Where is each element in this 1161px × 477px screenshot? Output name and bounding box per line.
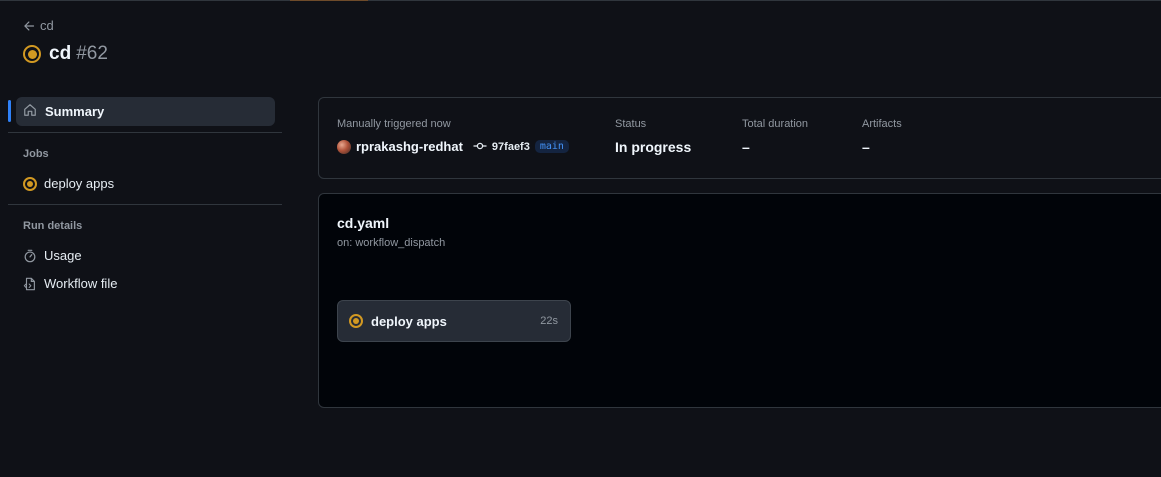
- sidebar-item-workflow-file[interactable]: Workflow file: [23, 276, 117, 291]
- job-node-deploy-apps[interactable]: deploy apps 22s: [337, 300, 571, 342]
- home-icon: [23, 103, 37, 120]
- sidebar-item-label: Workflow file: [44, 276, 118, 291]
- git-commit-icon: [473, 140, 487, 154]
- artifacts-label: Artifacts: [862, 118, 902, 130]
- job-label: deploy apps: [371, 313, 447, 329]
- workflow-graph-card: cd.yaml on: workflow_dispatch deploy app…: [318, 193, 1161, 408]
- duration-value: –: [742, 139, 750, 155]
- in-progress-icon: [23, 45, 41, 63]
- branch-label[interactable]: main: [534, 140, 569, 153]
- top-border: [0, 0, 1161, 1]
- back-link[interactable]: cd: [23, 18, 54, 33]
- workflow-trigger: on: workflow_dispatch: [337, 237, 446, 249]
- page-title: cd #62: [23, 43, 108, 65]
- progress-indicator: [290, 0, 368, 1]
- sidebar-item-job-deploy-apps[interactable]: deploy apps: [23, 176, 114, 191]
- jobs-heading: Jobs: [23, 148, 49, 160]
- trigger-label: Manually triggered now: [337, 118, 451, 130]
- in-progress-icon: [349, 314, 363, 328]
- workflow-file-name: cd.yaml: [337, 215, 390, 231]
- commit-sha-link[interactable]: 97faef3: [492, 141, 530, 153]
- sidebar-active-indicator: [8, 100, 11, 122]
- workflow-name: cd: [49, 43, 72, 64]
- stopwatch-icon: [23, 249, 37, 263]
- avatar[interactable]: [337, 139, 351, 154]
- run-details-heading: Run details: [23, 220, 83, 232]
- actor-link[interactable]: rprakashg-redhat: [356, 139, 463, 154]
- file-code-icon: [23, 277, 37, 291]
- sidebar-item-label: deploy apps: [44, 176, 115, 191]
- back-link-label: cd: [40, 18, 54, 33]
- sidebar-item-label: Summary: [45, 104, 105, 119]
- status-label: Status: [615, 118, 647, 130]
- run-number: #62: [76, 43, 108, 64]
- in-progress-icon: [23, 176, 37, 191]
- trigger-info: rprakashg-redhat 97faef3 main: [337, 139, 569, 154]
- artifacts-value: –: [862, 139, 870, 155]
- sidebar-divider: [8, 132, 282, 133]
- sidebar-item-summary[interactable]: Summary: [16, 97, 275, 126]
- job-duration: 22s: [540, 315, 558, 327]
- status-value: In progress: [615, 139, 692, 155]
- run-summary-card: Manually triggered now rprakashg-redhat …: [318, 97, 1161, 179]
- sidebar-item-label: Usage: [44, 248, 82, 263]
- sidebar-divider: [8, 204, 282, 205]
- arrow-left-icon: [23, 20, 35, 32]
- sidebar-item-usage[interactable]: Usage: [23, 248, 82, 263]
- duration-label: Total duration: [742, 118, 809, 130]
